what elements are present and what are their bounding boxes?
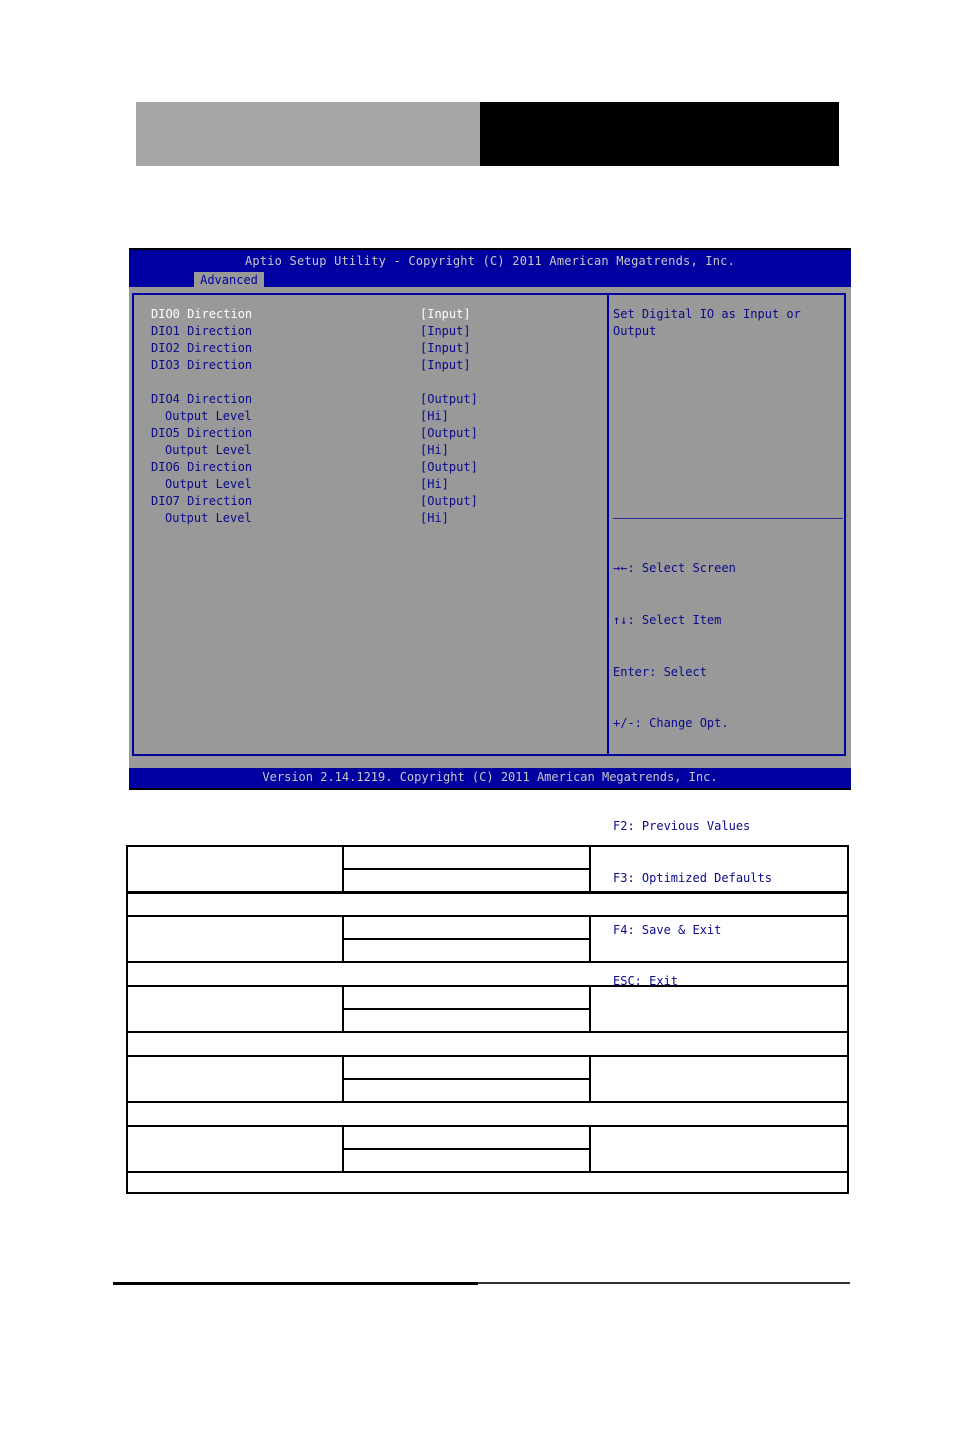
table-line — [342, 1148, 590, 1150]
help-line-1: Set Digital IO as Input or — [613, 307, 801, 321]
setting-value[interactable]: [Hi] — [420, 477, 449, 491]
footer-rule — [113, 1282, 478, 1285]
setting-label: Output Level — [165, 511, 252, 525]
setting-value[interactable]: [Input] — [420, 307, 471, 321]
setting-value[interactable]: [Input] — [420, 324, 471, 338]
table-line — [342, 868, 590, 870]
table-line — [128, 1031, 848, 1033]
setting-label: Output Level — [165, 443, 252, 457]
setting-value[interactable]: [Output] — [420, 392, 478, 406]
options-table — [126, 845, 849, 1194]
setting-row[interactable]: DIO6 Direction [Output] — [151, 459, 478, 476]
setting-row[interactable]: DIO1 Direction [Input] — [151, 323, 471, 340]
setting-row[interactable]: DIO3 Direction [Input] — [151, 357, 471, 374]
setting-value[interactable]: [Hi] — [420, 409, 449, 423]
setting-row[interactable]: Output Level [Hi] — [151, 476, 449, 493]
setting-row[interactable]: DIO4 Direction [Output] — [151, 391, 478, 408]
setting-row[interactable]: Output Level [Hi] — [151, 408, 449, 425]
setting-value[interactable]: [Output] — [420, 460, 478, 474]
help-line-2: Output — [613, 324, 657, 338]
setting-row[interactable]: DIO0 Direction [Input] — [151, 306, 471, 323]
setting-label: DIO7 Direction — [151, 494, 253, 508]
table-line — [128, 1101, 848, 1103]
help-divider — [613, 518, 843, 519]
page-header-right-band — [480, 102, 839, 166]
table-line — [128, 891, 848, 894]
setting-row[interactable]: DIO5 Direction [Output] — [151, 425, 478, 442]
setting-value[interactable]: [Input] — [420, 358, 471, 372]
table-line — [342, 1078, 590, 1080]
key-select-screen: →←: Select Screen — [613, 561, 736, 576]
table-line — [128, 915, 848, 917]
bios-main-panel: DIO0 Direction [Input] DIO1 Direction [Inpu… — [129, 287, 851, 988]
setting-row[interactable]: DIO7 Direction [Output] — [151, 493, 478, 510]
bios-title-bar: Aptio Setup Utility - Copyright (C) 2011… — [129, 250, 851, 289]
setting-label: DIO5 Direction — [151, 426, 253, 440]
table-line — [128, 961, 848, 963]
setting-label: DIO6 Direction — [151, 460, 253, 474]
key-change-opt: +/-: Change Opt. — [613, 716, 729, 731]
setting-value[interactable]: [Hi] — [420, 443, 449, 457]
table-line — [128, 1055, 848, 1057]
page-header-left-band — [136, 102, 480, 166]
bios-screenshot: Aptio Setup Utility - Copyright (C) 2011… — [129, 248, 851, 988]
table-line — [128, 985, 848, 987]
key-enter: Enter: Select — [613, 664, 707, 679]
setting-value[interactable]: [Output] — [420, 494, 478, 508]
setting-label: Output Level — [165, 477, 252, 491]
setting-label: DIO1 Direction — [151, 324, 253, 338]
panel-divider — [607, 293, 609, 756]
footer-rule-thin — [478, 1282, 850, 1284]
setting-label: DIO2 Direction — [151, 341, 253, 355]
bios-footer: Version 2.14.1219. Copyright (C) 2011 Am… — [129, 768, 851, 788]
setting-label: Output Level — [165, 409, 252, 423]
table-line — [128, 1125, 848, 1127]
bios-title: Aptio Setup Utility - Copyright (C) 2011… — [244, 254, 736, 268]
key-select-item: ↑↓: Select Item — [613, 613, 722, 628]
setting-value[interactable]: [Input] — [420, 341, 471, 355]
setting-row[interactable]: DIO2 Direction [Input] — [151, 340, 471, 357]
table-line — [342, 938, 590, 940]
table-line — [342, 1008, 590, 1010]
setting-label: DIO3 Direction — [151, 358, 253, 372]
setting-label: DIO0 Direction — [151, 307, 253, 321]
setting-row[interactable]: Output Level [Hi] — [151, 510, 449, 527]
table-line — [128, 1171, 848, 1173]
key-f2-previous: F2: Previous Values — [613, 819, 751, 834]
setting-value[interactable]: [Output] — [420, 426, 478, 440]
setting-value[interactable]: [Hi] — [420, 511, 449, 525]
setting-label: DIO4 Direction — [151, 392, 253, 406]
setting-row[interactable]: Output Level [Hi] — [151, 442, 449, 459]
